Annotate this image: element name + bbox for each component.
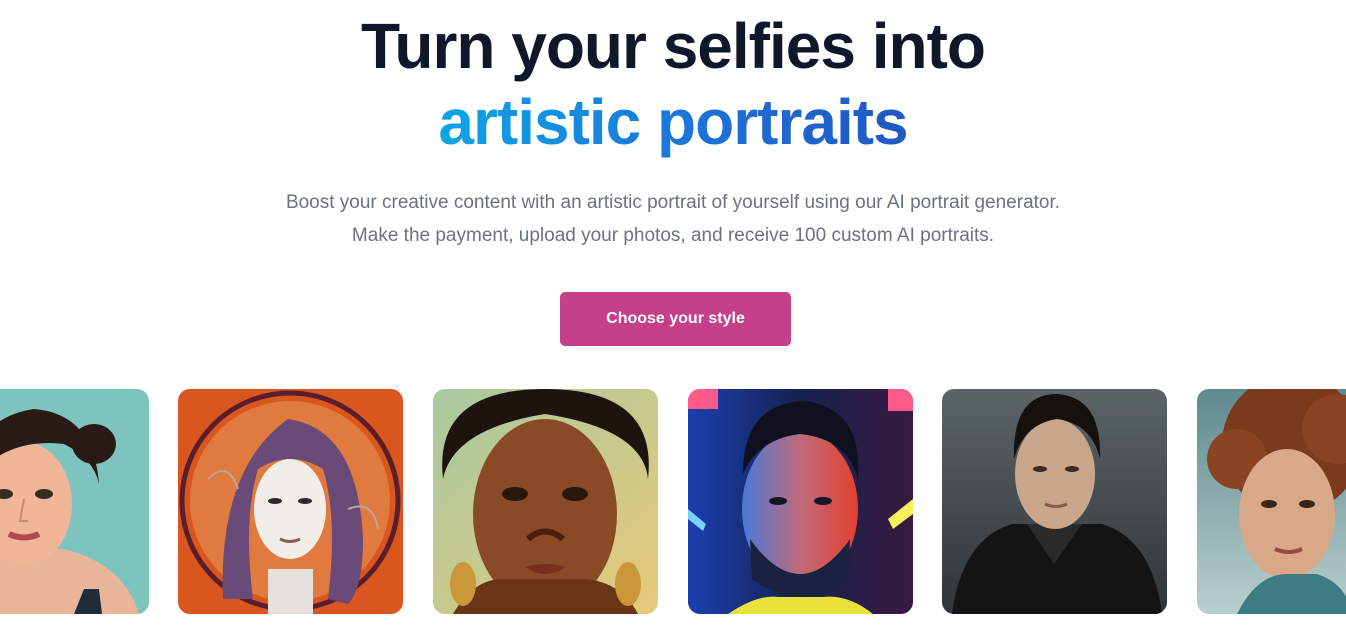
portrait-image-realistic: [433, 389, 658, 614]
portrait-image-neon: [688, 389, 913, 614]
portrait-card-3[interactable]: [433, 389, 658, 614]
portrait-card-2[interactable]: [178, 389, 403, 614]
portrait-image-pop-art: [0, 389, 149, 614]
hero-title-line-2: artistic portraits: [0, 84, 1346, 160]
portrait-image-soft-light: [1197, 389, 1346, 614]
portrait-card-5[interactable]: [942, 389, 1167, 614]
portrait-image-sketch: [178, 389, 403, 614]
portrait-card-6[interactable]: [1197, 389, 1346, 614]
hero-title-highlight: artistic portraits: [438, 86, 908, 158]
portrait-card-1[interactable]: [0, 389, 149, 614]
portrait-gallery: [0, 389, 1346, 614]
portrait-image-cinematic: [942, 389, 1167, 614]
choose-your-style-button[interactable]: Choose your style: [560, 292, 791, 346]
hero-subtitle: Boost your creative content with an arti…: [0, 186, 1346, 252]
hero-title-line-1: Turn your selfies into: [361, 10, 986, 82]
hero-subtitle-line-2: Make the payment, upload your photos, an…: [351, 225, 995, 246]
hero-title: Turn your selfies into artistic portrait…: [0, 8, 1346, 160]
portrait-card-4[interactable]: [688, 389, 913, 614]
hero-subtitle-line-1: Boost your creative content with an arti…: [285, 192, 1061, 213]
